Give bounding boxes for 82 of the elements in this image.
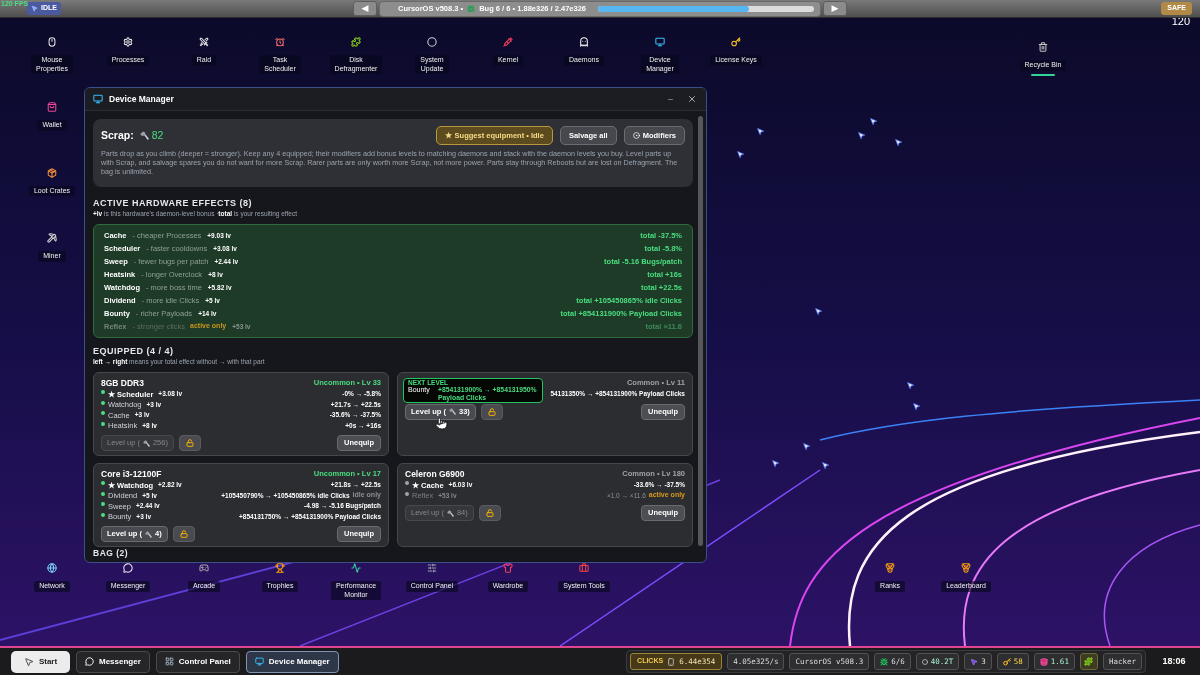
scrollbar-thumb[interactable] bbox=[698, 116, 703, 546]
speech-bubble-icon bbox=[85, 657, 94, 666]
shirt-icon[interactable] bbox=[503, 563, 513, 573]
trash-icon[interactable] bbox=[1038, 42, 1048, 52]
bag-icon[interactable] bbox=[47, 102, 57, 112]
hand-cursor-icon bbox=[435, 416, 448, 431]
start-button[interactable]: Start bbox=[11, 650, 70, 673]
box-icon[interactable] bbox=[47, 167, 57, 178]
bolt-icon bbox=[449, 408, 456, 415]
part-name: Core i3-12100F bbox=[101, 467, 162, 481]
phone-icon bbox=[667, 657, 676, 666]
cursor-icon bbox=[814, 307, 823, 316]
lock-button[interactable] bbox=[178, 435, 201, 451]
bolt-icon bbox=[145, 530, 152, 538]
window-title: Device Manager bbox=[109, 92, 174, 106]
bolt-icon bbox=[142, 439, 150, 447]
puzzle-button[interactable] bbox=[1079, 653, 1098, 670]
section-heading: ACTIVE HARDWARE EFFECTS (8) bbox=[93, 198, 253, 209]
trophy-icon[interactable] bbox=[275, 563, 285, 573]
puzzle-icon bbox=[1084, 657, 1094, 666]
circle-icon bbox=[921, 658, 928, 665]
lock-button[interactable] bbox=[478, 505, 501, 521]
circle-dot-icon bbox=[632, 132, 640, 139]
lock-button[interactable] bbox=[480, 403, 503, 420]
cursor-icon bbox=[31, 5, 38, 12]
monitor-icon bbox=[93, 94, 103, 104]
cursor-icon bbox=[756, 127, 765, 136]
pulse-icon[interactable] bbox=[351, 563, 361, 573]
taskbar-button[interactable]: Messenger bbox=[76, 650, 150, 673]
puzzle-icon[interactable] bbox=[351, 37, 361, 47]
key-icon[interactable] bbox=[731, 37, 741, 47]
taskbar-button[interactable]: Device Manager bbox=[245, 650, 339, 673]
clock: 18:06 bbox=[1161, 654, 1187, 668]
scrap-amount: 82 bbox=[151, 127, 164, 143]
part-name: Celeron G6900 bbox=[405, 467, 465, 481]
speech-bubble-icon[interactable] bbox=[123, 563, 133, 573]
medal-icon[interactable] bbox=[885, 563, 895, 573]
bolt-icon bbox=[139, 131, 149, 140]
cursor-icon bbox=[894, 138, 903, 147]
section-heading: BAG (2) bbox=[93, 549, 130, 558]
alarm-clock-icon[interactable] bbox=[275, 37, 285, 47]
key-icon bbox=[1002, 657, 1011, 666]
cursor-icon bbox=[821, 461, 830, 470]
crossed-swords-icon[interactable] bbox=[199, 37, 209, 47]
gamepad-icon[interactable] bbox=[199, 563, 209, 573]
bug-icon bbox=[880, 657, 889, 666]
cursor-icon bbox=[906, 381, 915, 390]
cursor-icon bbox=[23, 656, 34, 667]
part-name: 8GB DDR3 bbox=[101, 376, 144, 390]
padlock-icon bbox=[485, 509, 494, 517]
bug-icon bbox=[467, 4, 476, 13]
syringe-icon[interactable] bbox=[503, 37, 513, 47]
cursor-icon bbox=[736, 150, 745, 159]
close-button[interactable] bbox=[686, 93, 698, 105]
padlock-icon bbox=[185, 439, 194, 447]
bolt-icon bbox=[446, 509, 454, 517]
padlock-icon bbox=[487, 407, 496, 416]
close-icon bbox=[687, 94, 697, 104]
circle-icon[interactable] bbox=[427, 37, 437, 47]
cursor-icon bbox=[802, 442, 811, 451]
lock-button[interactable] bbox=[172, 526, 195, 542]
indicator-bar-icon bbox=[1031, 73, 1055, 76]
briefcase-icon[interactable] bbox=[579, 563, 589, 573]
sliders-icon[interactable] bbox=[427, 563, 437, 573]
scrap-label: Scrap: bbox=[101, 127, 134, 143]
pickaxe-icon[interactable] bbox=[47, 233, 57, 243]
globe-icon[interactable] bbox=[47, 563, 57, 573]
monitor-icon bbox=[254, 657, 264, 666]
taskbar-button[interactable]: Control Panel bbox=[155, 650, 240, 673]
ghost-icon[interactable] bbox=[579, 37, 589, 47]
medal-icon[interactable] bbox=[961, 563, 971, 573]
gear-icon[interactable] bbox=[123, 37, 133, 47]
monitor-icon[interactable] bbox=[655, 37, 665, 47]
counter-label: 120 bbox=[1171, 18, 1190, 27]
cursor-icon bbox=[970, 657, 979, 666]
database-icon bbox=[1039, 657, 1048, 666]
padlock-icon bbox=[179, 530, 188, 538]
section-heading: EQUIPPED (4 / 4) bbox=[93, 346, 175, 357]
mouse-icon[interactable] bbox=[47, 37, 57, 47]
grid-icon bbox=[164, 657, 174, 666]
cursor-icon bbox=[771, 459, 780, 468]
cursor-icon bbox=[912, 402, 921, 411]
